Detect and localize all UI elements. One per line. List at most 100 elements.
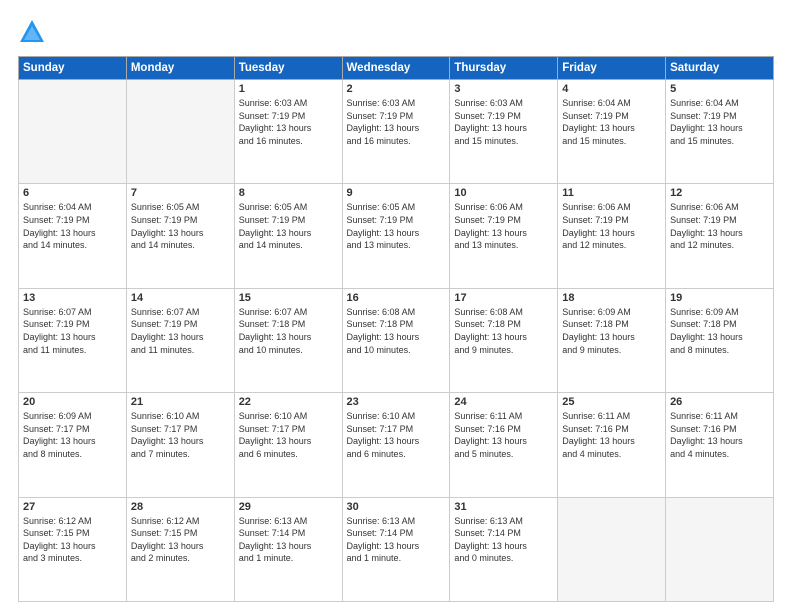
logo-icon [18, 18, 46, 46]
day-info: Sunrise: 6:06 AM Sunset: 7:19 PM Dayligh… [670, 201, 769, 251]
calendar-cell: 25 Sunrise: 6:11 AM Sunset: 7:16 PM Dayli… [558, 393, 666, 497]
calendar-header-monday: Monday [126, 57, 234, 80]
day-info: Sunrise: 6:12 AM Sunset: 7:15 PM Dayligh… [131, 515, 230, 565]
calendar-cell: 23Sunrise: 6:10 AM Sunset: 7:17 PM Dayli… [342, 393, 450, 497]
day-info: Sunrise: 6:04 AM Sunset: 7:19 PM Dayligh… [23, 201, 122, 251]
day-number: 29 [239, 501, 338, 513]
calendar-cell [19, 80, 127, 184]
logo [18, 18, 50, 46]
day-number: 4 [562, 83, 661, 95]
calendar-cell: 14 Sunrise: 6:07 AM Sunset: 7:19 PM Dayli… [126, 288, 234, 392]
calendar-header-tuesday: Tuesday [234, 57, 342, 80]
day-number: 30 [347, 501, 446, 513]
calendar-cell: 27 Sunrise: 6:12 AM Sunset: 7:15 PM Dayli… [19, 497, 127, 601]
day-number: 19 [670, 292, 769, 304]
calendar-cell: 12 Sunrise: 6:06 AM Sunset: 7:19 PM Dayli… [666, 184, 774, 288]
calendar-header-sunday: Sunday [19, 57, 127, 80]
day-info: Sunrise: 6:03 AM Sunset: 7:19 PM Dayligh… [347, 97, 446, 147]
day-info: Sunrise: 6:11 AM Sunset: 7:16 PM Dayligh… [670, 410, 769, 460]
calendar-cell: 22Sunrise: 6:10 AM Sunset: 7:17 PM Dayli… [234, 393, 342, 497]
calendar-week-1: 1 Sunrise: 6:03 AM Sunset: 7:19 PM Daylig… [19, 80, 774, 184]
calendar-cell: 4 Sunrise: 6:04 AM Sunset: 7:19 PM Daylig… [558, 80, 666, 184]
day-number: 10 [454, 187, 553, 199]
day-number: 18 [562, 292, 661, 304]
calendar-week-5: 27 Sunrise: 6:12 AM Sunset: 7:15 PM Dayli… [19, 497, 774, 601]
calendar-week-2: 6 Sunrise: 6:04 AM Sunset: 7:19 PM Daylig… [19, 184, 774, 288]
day-info: Sunrise: 6:13 AM Sunset: 7:14 PM Dayligh… [239, 515, 338, 565]
day-info: Sunrise: 6:08 AM Sunset: 7:18 PM Dayligh… [454, 306, 553, 356]
day-info: Sunrise: 6:10 AM Sunset: 7:17 PM Dayligh… [347, 410, 446, 460]
calendar-cell: 19Sunrise: 6:09 AM Sunset: 7:18 PM Dayli… [666, 288, 774, 392]
calendar-cell: 16 Sunrise: 6:08 AM Sunset: 7:18 PM Dayli… [342, 288, 450, 392]
calendar-cell: 1 Sunrise: 6:03 AM Sunset: 7:19 PM Daylig… [234, 80, 342, 184]
calendar-cell: 18 Sunrise: 6:09 AM Sunset: 7:18 PM Dayli… [558, 288, 666, 392]
day-number: 5 [670, 83, 769, 95]
day-info: Sunrise: 6:04 AM Sunset: 7:19 PM Dayligh… [562, 97, 661, 147]
day-number: 6 [23, 187, 122, 199]
calendar-cell: 5 Sunrise: 6:04 AM Sunset: 7:19 PM Daylig… [666, 80, 774, 184]
calendar-cell: 29 Sunrise: 6:13 AM Sunset: 7:14 PM Dayli… [234, 497, 342, 601]
calendar-cell: 31 Sunrise: 6:13 AM Sunset: 7:14 PM Dayli… [450, 497, 558, 601]
day-number: 24 [454, 396, 553, 408]
day-info: Sunrise: 6:07 AM Sunset: 7:18 PM Dayligh… [239, 306, 338, 356]
day-info: Sunrise: 6:10 AM Sunset: 7:17 PM Dayligh… [131, 410, 230, 460]
day-number: 14 [131, 292, 230, 304]
day-number: 13 [23, 292, 122, 304]
day-info: Sunrise: 6:12 AM Sunset: 7:15 PM Dayligh… [23, 515, 122, 565]
day-number: 21 [131, 396, 230, 408]
day-info: Sunrise: 6:11 AM Sunset: 7:16 PM Dayligh… [454, 410, 553, 460]
day-info: Sunrise: 6:13 AM Sunset: 7:14 PM Dayligh… [454, 515, 553, 565]
header [18, 18, 774, 46]
day-number: 16 [347, 292, 446, 304]
day-info: Sunrise: 6:07 AM Sunset: 7:19 PM Dayligh… [23, 306, 122, 356]
day-number: 9 [347, 187, 446, 199]
day-info: Sunrise: 6:03 AM Sunset: 7:19 PM Dayligh… [454, 97, 553, 147]
calendar-header-thursday: Thursday [450, 57, 558, 80]
day-info: Sunrise: 6:08 AM Sunset: 7:18 PM Dayligh… [347, 306, 446, 356]
day-info: Sunrise: 6:04 AM Sunset: 7:19 PM Dayligh… [670, 97, 769, 147]
day-info: Sunrise: 6:05 AM Sunset: 7:19 PM Dayligh… [347, 201, 446, 251]
day-info: Sunrise: 6:05 AM Sunset: 7:19 PM Dayligh… [131, 201, 230, 251]
calendar-cell: 7 Sunrise: 6:05 AM Sunset: 7:19 PM Daylig… [126, 184, 234, 288]
day-number: 12 [670, 187, 769, 199]
calendar-cell: 6 Sunrise: 6:04 AM Sunset: 7:19 PM Daylig… [19, 184, 127, 288]
calendar-cell [666, 497, 774, 601]
calendar-week-3: 13 Sunrise: 6:07 AM Sunset: 7:19 PM Dayli… [19, 288, 774, 392]
day-info: Sunrise: 6:07 AM Sunset: 7:19 PM Dayligh… [131, 306, 230, 356]
day-info: Sunrise: 6:09 AM Sunset: 7:18 PM Dayligh… [562, 306, 661, 356]
day-number: 26 [670, 396, 769, 408]
day-number: 27 [23, 501, 122, 513]
calendar-cell: 11 Sunrise: 6:06 AM Sunset: 7:19 PM Dayli… [558, 184, 666, 288]
calendar-cell: 26 Sunrise: 6:11 AM Sunset: 7:16 PM Dayli… [666, 393, 774, 497]
calendar-cell: 9 Sunrise: 6:05 AM Sunset: 7:19 PM Daylig… [342, 184, 450, 288]
calendar-cell: 20 Sunrise: 6:09 AM Sunset: 7:17 PM Dayli… [19, 393, 127, 497]
calendar-cell: 15 Sunrise: 6:07 AM Sunset: 7:18 PM Dayli… [234, 288, 342, 392]
calendar-cell: 30 Sunrise: 6:13 AM Sunset: 7:14 PM Dayli… [342, 497, 450, 601]
calendar-cell: 8Sunrise: 6:05 AM Sunset: 7:19 PM Daylig… [234, 184, 342, 288]
calendar-cell: 17 Sunrise: 6:08 AM Sunset: 7:18 PM Dayli… [450, 288, 558, 392]
day-number: 1 [239, 83, 338, 95]
day-info: Sunrise: 6:13 AM Sunset: 7:14 PM Dayligh… [347, 515, 446, 565]
day-number: 7 [131, 187, 230, 199]
day-info: Sunrise: 6:09 AM Sunset: 7:17 PM Dayligh… [23, 410, 122, 460]
calendar-cell [126, 80, 234, 184]
day-number: 25 [562, 396, 661, 408]
day-number: 8 [239, 187, 338, 199]
day-info: Sunrise: 6:11 AM Sunset: 7:16 PM Dayligh… [562, 410, 661, 460]
day-info: Sunrise: 6:06 AM Sunset: 7:19 PM Dayligh… [454, 201, 553, 251]
day-number: 31 [454, 501, 553, 513]
day-info: Sunrise: 6:06 AM Sunset: 7:19 PM Dayligh… [562, 201, 661, 251]
page: SundayMondayTuesdayWednesdayThursdayFrid… [0, 0, 792, 612]
day-number: 2 [347, 83, 446, 95]
day-number: 22 [239, 396, 338, 408]
day-number: 20 [23, 396, 122, 408]
calendar-table: SundayMondayTuesdayWednesdayThursdayFrid… [18, 56, 774, 602]
calendar-cell: 2 Sunrise: 6:03 AM Sunset: 7:19 PM Daylig… [342, 80, 450, 184]
calendar-cell: 28Sunrise: 6:12 AM Sunset: 7:15 PM Dayli… [126, 497, 234, 601]
calendar-cell: 3Sunrise: 6:03 AM Sunset: 7:19 PM Daylig… [450, 80, 558, 184]
day-info: Sunrise: 6:03 AM Sunset: 7:19 PM Dayligh… [239, 97, 338, 147]
day-number: 11 [562, 187, 661, 199]
day-number: 15 [239, 292, 338, 304]
day-number: 17 [454, 292, 553, 304]
calendar-cell: 21 Sunrise: 6:10 AM Sunset: 7:17 PM Dayli… [126, 393, 234, 497]
